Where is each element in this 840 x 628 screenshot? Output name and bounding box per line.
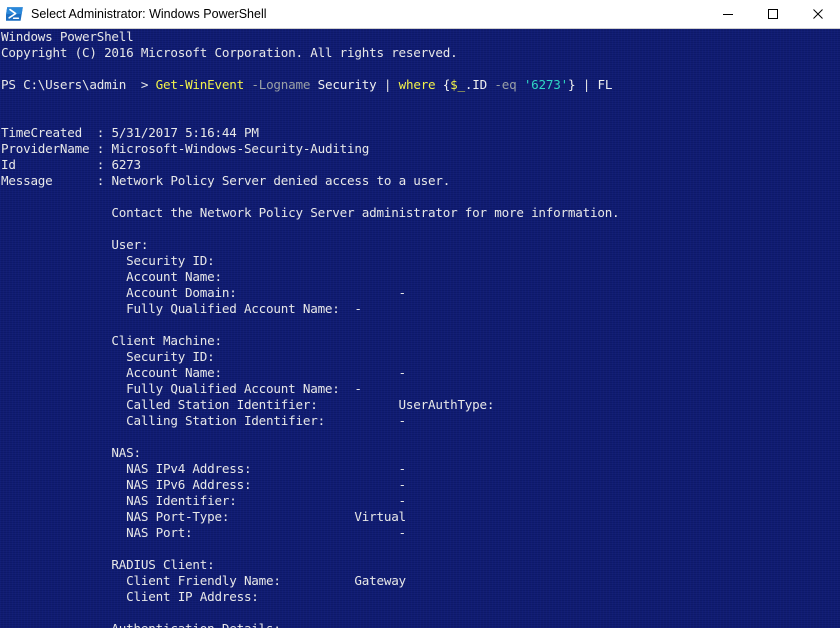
- command-token-5: {: [435, 77, 450, 92]
- message-line: User:: [0, 237, 840, 253]
- event-field-separator: :: [97, 157, 112, 172]
- message-line: Fully Qualified Account Name: -: [0, 301, 840, 317]
- message-line: NAS:: [0, 445, 840, 461]
- command-token-7: .ID: [465, 77, 487, 92]
- event-field-value: Network Policy Server denied access to a…: [111, 173, 450, 188]
- message-line: Calling Station Identifier: -: [0, 413, 840, 429]
- message-line: NAS Port-Type: Virtual: [0, 509, 840, 525]
- maximize-button[interactable]: [750, 0, 795, 28]
- event-field-separator: :: [97, 173, 112, 188]
- command-token-2: Security: [310, 77, 376, 92]
- message-line: Account Name:: [0, 269, 840, 285]
- event-field-row: ProviderName : Microsoft-Windows-Securit…: [0, 141, 840, 157]
- command-token-4: where: [391, 77, 435, 92]
- close-button[interactable]: [795, 0, 840, 28]
- blank-line: [0, 221, 840, 237]
- maximize-icon: [767, 8, 779, 20]
- command-token-8: -eq: [487, 77, 516, 92]
- message-line: Security ID:: [0, 253, 840, 269]
- command-token-9: '6273': [516, 77, 568, 92]
- message-line: Called Station Identifier: UserAuthType:: [0, 397, 840, 413]
- blank-line: [0, 61, 840, 77]
- message-line: Account Name: -: [0, 365, 840, 381]
- title-bar[interactable]: Select Administrator: Windows PowerShell: [0, 0, 840, 29]
- message-line: Client IP Address:: [0, 589, 840, 605]
- message-line: Authentication Details:: [0, 621, 840, 628]
- command-token-3: |: [377, 77, 392, 92]
- minimize-button[interactable]: [705, 0, 750, 28]
- event-field-value: 5/31/2017 5:16:44 PM: [111, 125, 258, 140]
- message-line: Fully Qualified Account Name: -: [0, 381, 840, 397]
- window-controls: [705, 0, 840, 28]
- blank-line: [0, 317, 840, 333]
- event-field-list: TimeCreated : 5/31/2017 5:16:44 PMProvid…: [0, 125, 840, 189]
- command-token-0: Get-WinEvent: [156, 77, 244, 92]
- prompt-chevron: >: [141, 77, 156, 92]
- event-field-value: 6273: [111, 157, 140, 172]
- event-field-separator: :: [97, 141, 112, 156]
- banner-line: Copyright (C) 2016 Microsoft Corporation…: [0, 45, 840, 61]
- event-message-body: Contact the Network Policy Server admini…: [0, 205, 840, 628]
- message-line: Client Machine:: [0, 333, 840, 349]
- message-line: NAS IPv6 Address: -: [0, 477, 840, 493]
- message-line: RADIUS Client:: [0, 557, 840, 573]
- close-icon: [812, 8, 824, 20]
- event-field-row: TimeCreated : 5/31/2017 5:16:44 PM: [0, 125, 840, 141]
- banner-line: Windows PowerShell: [0, 29, 840, 45]
- event-field-value: Microsoft-Windows-Security-Auditing: [111, 141, 369, 156]
- console-output-area[interactable]: Windows PowerShell Copyright (C) 2016 Mi…: [0, 29, 840, 628]
- title-bar-left: Select Administrator: Windows PowerShell: [0, 5, 705, 23]
- command-token-6: $_: [450, 77, 465, 92]
- message-line: NAS IPv4 Address: -: [0, 461, 840, 477]
- window-title: Select Administrator: Windows PowerShell: [31, 7, 267, 21]
- blank-line: [0, 109, 840, 125]
- message-line: NAS Identifier: -: [0, 493, 840, 509]
- message-line: Security ID:: [0, 349, 840, 365]
- message-line: NAS Port: -: [0, 525, 840, 541]
- blank-line: [0, 93, 840, 109]
- command-token-11: |: [575, 77, 590, 92]
- command-token-1: -Logname: [244, 77, 310, 92]
- blank-line: [0, 605, 840, 621]
- minimize-icon: [722, 8, 734, 20]
- event-field-name: Message: [1, 173, 97, 188]
- powershell-window: Select Administrator: Windows PowerShell: [0, 0, 840, 628]
- event-field-row: Message : Network Policy Server denied a…: [0, 173, 840, 189]
- event-field-separator: :: [97, 125, 112, 140]
- command-token-12: FL: [590, 77, 612, 92]
- event-field-row: Id : 6273: [0, 157, 840, 173]
- event-field-name: TimeCreated: [1, 125, 97, 140]
- event-field-name: Id: [1, 157, 97, 172]
- command-prompt-line[interactable]: PS C:\Users\admin > Get-WinEvent -Lognam…: [0, 77, 840, 93]
- blank-line: [0, 541, 840, 557]
- message-line: Contact the Network Policy Server admini…: [0, 205, 840, 221]
- powershell-icon: [6, 5, 24, 23]
- message-line: Account Domain: -: [0, 285, 840, 301]
- console-text-buffer: Windows PowerShell Copyright (C) 2016 Mi…: [0, 29, 840, 628]
- event-field-name: ProviderName: [1, 141, 97, 156]
- prompt-path: PS C:\Users\admin: [1, 77, 141, 92]
- message-line: Client Friendly Name: Gateway: [0, 573, 840, 589]
- blank-line: [0, 429, 840, 445]
- blank-line: [0, 189, 840, 205]
